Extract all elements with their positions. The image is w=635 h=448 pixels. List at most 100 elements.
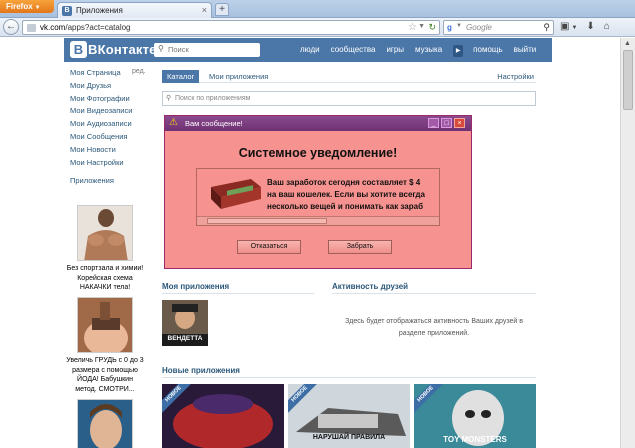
url-history-dropdown-icon[interactable]: ▼	[418, 23, 425, 30]
new-tab-button[interactable]: +	[215, 3, 229, 16]
sidebar-edit-link[interactable]: ред.	[132, 68, 146, 75]
minimize-window-button[interactable]	[568, 0, 586, 13]
sidebar-item-audio[interactable]: Мои Аудиозаписи	[70, 119, 150, 132]
popup-message: Ваш заработок сегодня составляет $ 4 на …	[267, 177, 439, 213]
popup-title: Вам сообщение!	[185, 119, 243, 128]
engine-dropdown-icon[interactable]: ▼	[456, 23, 462, 29]
divider	[162, 377, 536, 378]
close-tab-icon[interactable]: ×	[202, 5, 207, 15]
popup-message-box: Ваш заработок сегодня составляет $ 4 на …	[196, 168, 440, 226]
browser-tabbar: Firefox ▼ B Приложения × +	[0, 0, 635, 18]
vk-search-input[interactable]: ⚲ Поиск	[154, 43, 260, 57]
divider	[332, 293, 536, 294]
menu-help[interactable]: помощь	[473, 45, 502, 54]
bookmark-star-icon[interactable]: ☆	[408, 22, 417, 33]
popup-line-2: на ваш кошелек. Если вы хотите всегда	[267, 190, 425, 199]
site-identity-icon[interactable]	[27, 24, 36, 32]
app-search-input[interactable]: ⚲ Поиск по приложениям	[162, 91, 536, 106]
menu-communities[interactable]: сообщества	[331, 45, 376, 54]
browser-tab[interactable]: B Приложения ×	[57, 2, 212, 18]
vk-logo[interactable]: B ВКонтакте	[70, 41, 157, 59]
url-host: vk.com	[40, 23, 66, 32]
ad-block-1[interactable]: Без спортзала и химии! Корейская схема Н…	[66, 205, 144, 293]
url-text: vk.com/apps?act=catalog	[40, 23, 131, 32]
firefox-menu-label: Firefox	[6, 2, 33, 11]
new-app-card-1[interactable]: НОВОЕ	[162, 384, 284, 448]
vendetta-app-icon[interactable]: ВЕНДЕТТА	[162, 300, 208, 346]
vk-search-placeholder: Поиск	[168, 45, 189, 54]
money-case-icon	[207, 177, 263, 211]
search-icon: ⚲	[166, 95, 172, 102]
sidebar-item-apps[interactable]: Приложения	[70, 176, 150, 189]
vk-top-menu: люди сообщества игры музыка ▶ помощь выйти	[300, 45, 547, 57]
left-sidebar: Моя Страница ред. Мои Друзья Мои Фотогра…	[70, 68, 150, 189]
menu-people[interactable]: люди	[300, 45, 320, 54]
url-bar[interactable]: vk.com/apps?act=catalog ☆ ▼ ↻	[22, 20, 440, 35]
back-button[interactable]: ←	[3, 19, 19, 35]
bookmarks-menu-icon[interactable]: ▣	[560, 21, 569, 32]
ad-block-3[interactable]	[66, 399, 144, 448]
new-app-card-3[interactable]: НОВОЕ TOY MONSTERS	[414, 384, 536, 448]
friends-activity-heading: Активность друзей	[332, 282, 409, 291]
app-3-caption: TOY MONSTERS	[443, 435, 507, 444]
catalog-tabs: Каталог Мои приложения Настройки	[162, 70, 536, 83]
app-search-placeholder: Поиск по приложениям	[175, 95, 251, 102]
vk-logo-icon: B	[70, 41, 87, 58]
popup-take-button[interactable]: Забрать	[328, 240, 392, 254]
web-page: B ВКонтакте ⚲ Поиск люди сообщества игры муз…	[0, 38, 620, 448]
chevron-down-icon: ▼	[34, 5, 41, 11]
ad-text-1[interactable]: Без спортзала и химии! Корейская схема Н…	[66, 264, 144, 293]
popup-horizontal-scrollbar[interactable]	[197, 216, 439, 225]
menu-music[interactable]: музыка	[415, 45, 442, 54]
ad-image-face[interactable]	[77, 399, 133, 448]
popup-line-1: Ваш заработок сегодня составляет $ 4	[267, 178, 421, 187]
ad-text-2[interactable]: Увеличь ГРУДЬ с 0 до 3 размера с помощью…	[66, 356, 144, 394]
new-apps-heading: Новые приложения	[162, 366, 240, 375]
sidebar-item-friends[interactable]: Мои Друзья	[70, 81, 150, 94]
search-placeholder: Google	[466, 23, 492, 32]
popup-close-button[interactable]: ×	[454, 118, 465, 128]
scroll-up-icon[interactable]: ▲	[624, 40, 631, 47]
ad-image-woman[interactable]	[77, 297, 133, 353]
sidebar-item-photos[interactable]: Мои Фотографии	[70, 94, 150, 107]
reload-icon[interactable]: ↻	[428, 22, 436, 33]
home-icon[interactable]: ⌂	[604, 21, 610, 32]
search-icon[interactable]: ⚲	[543, 22, 550, 33]
tab-my-apps[interactable]: Мои приложения	[209, 72, 268, 81]
maximize-window-button[interactable]	[588, 0, 606, 13]
browser-search-bar[interactable]: g ▼ Google ⚲	[443, 20, 554, 35]
popup-scroll-thumb[interactable]	[207, 218, 327, 224]
new-app-card-2[interactable]: НОВОЕ НАРУШАЙ ПРАВИЛА	[288, 384, 410, 448]
music-play-icon[interactable]: ▶	[453, 45, 464, 57]
warning-icon: ⚠	[169, 117, 178, 128]
tab-catalog[interactable]: Каталог	[162, 70, 200, 83]
my-apps-heading: Моя приложения	[162, 282, 230, 291]
page-scroll-thumb[interactable]	[623, 50, 633, 110]
menu-games[interactable]: игры	[386, 45, 404, 54]
ad-image-muscle[interactable]	[77, 205, 133, 261]
popup-line-3: несколько вещей и понимать как зараб	[267, 202, 424, 211]
firefox-menu-button[interactable]: Firefox ▼	[0, 0, 54, 13]
sidebar-item-videos[interactable]: Мои Видеозаписи	[70, 106, 150, 119]
sidebar-item-settings[interactable]: Мои Настройки	[70, 158, 150, 171]
ad-block-2[interactable]: Увеличь ГРУДЬ с 0 до 3 размера с помощью…	[66, 297, 144, 394]
back-arrow-icon: ←	[6, 21, 16, 32]
download-icon[interactable]: ⬇	[586, 21, 594, 32]
dropdown-icon[interactable]: ▼	[571, 25, 577, 31]
catalog-settings-link[interactable]: Настройки	[497, 72, 534, 81]
popup-cancel-button[interactable]: Отказаться	[237, 240, 301, 254]
vk-favicon-icon: B	[62, 6, 72, 16]
tab-title: Приложения	[76, 6, 123, 15]
browser-navbar: ← vk.com/apps?act=catalog ☆ ▼ ↻ g ▼ Goog…	[0, 18, 635, 37]
popup-maximize-button[interactable]: □	[441, 118, 452, 128]
popup-minimize-button[interactable]: _	[428, 118, 439, 128]
sidebar-item-news[interactable]: Мои Новости	[70, 145, 150, 158]
menu-logout[interactable]: выйти	[514, 45, 537, 54]
popup-titlebar[interactable]: ⚠ Вам сообщение! _ □ ×	[165, 116, 471, 131]
page-scrollbar[interactable]: ▲	[620, 38, 635, 448]
app-2-caption: НАРУШАЙ ПРАВИЛА	[312, 434, 386, 441]
popup-heading: Системное уведомление!	[238, 146, 398, 160]
scam-popup: ⚠ Вам сообщение! _ □ × Системное уведомл…	[164, 115, 472, 269]
close-window-button[interactable]	[608, 0, 626, 13]
sidebar-item-messages[interactable]: Мои Сообщения	[70, 132, 150, 145]
